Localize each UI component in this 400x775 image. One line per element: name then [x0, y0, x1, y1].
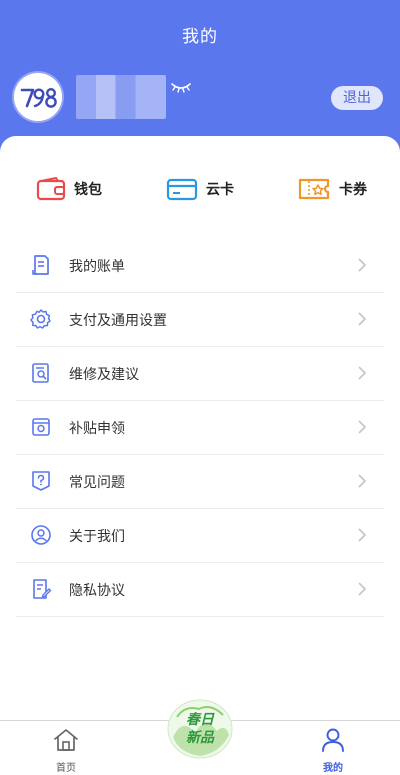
coupon-icon [298, 178, 330, 200]
menu-item-label: 我的账单 [69, 259, 125, 275]
repair-icon [32, 363, 49, 383]
card-icon [166, 178, 198, 201]
cloud-card-button[interactable]: 云卡 [166, 176, 234, 202]
menu-item-faq[interactable]: 常见问题 [16, 455, 384, 509]
logout-button[interactable]: 退出 [331, 86, 383, 110]
menu-item-bill[interactable]: 我的账单 [16, 239, 384, 293]
eye-closed-icon[interactable] [170, 80, 192, 94]
menu-list: 我的账单 支付及通用设置 维修及建议 补贴申领 常见问题 关于我们 隐私协议 [16, 239, 384, 617]
menu-item-repair[interactable]: 维修及建议 [16, 347, 384, 401]
wallet-icon [36, 177, 66, 201]
menu-item-subsidy[interactable]: 补贴申领 [16, 401, 384, 455]
chevron-right-icon [358, 312, 366, 326]
user-icon [322, 728, 344, 752]
coupon-button[interactable]: 卡券 [297, 176, 367, 202]
chevron-right-icon [358, 528, 366, 542]
gear-icon [30, 309, 51, 329]
avatar[interactable] [14, 73, 62, 121]
subsidy-icon [32, 418, 50, 436]
menu-item-settings[interactable]: 支付及通用设置 [16, 293, 384, 347]
svg-text:新品: 新品 [186, 729, 215, 746]
svg-text:春日: 春日 [186, 711, 215, 728]
chevron-right-icon [358, 258, 366, 272]
chevron-right-icon [358, 474, 366, 488]
tab-mine[interactable]: 我的 [303, 727, 363, 774]
question-icon [32, 471, 50, 491]
menu-item-label: 隐私协议 [69, 583, 125, 599]
tab-home[interactable]: 首页 [36, 727, 96, 774]
menu-item-label: 常见问题 [69, 475, 125, 491]
avatar-logo [14, 73, 62, 121]
menu-item-about[interactable]: 关于我们 [16, 509, 384, 563]
chevron-right-icon [358, 582, 366, 596]
page-title: 我的 [182, 27, 218, 47]
bill-icon [32, 255, 49, 275]
tab-mine-label: 我的 [323, 763, 343, 774]
chevron-right-icon [358, 366, 366, 380]
menu-item-label: 补贴申领 [69, 421, 125, 437]
menu-item-label: 支付及通用设置 [69, 313, 167, 329]
promo-badge-icon[interactable]: 春日 新品 [165, 697, 235, 759]
menu-item-privacy[interactable]: 隐私协议 [16, 563, 384, 617]
chevron-right-icon [358, 420, 366, 434]
menu-item-label: 关于我们 [69, 529, 125, 545]
tab-home-label: 首页 [56, 763, 76, 774]
home-icon [54, 729, 78, 751]
user-icon [31, 525, 51, 545]
coupon-label: 卡券 [339, 182, 367, 198]
privacy-icon [33, 579, 52, 599]
menu-item-label: 维修及建议 [69, 367, 139, 383]
username-masked [76, 75, 166, 119]
wallet-button[interactable]: 钱包 [36, 176, 102, 202]
wallet-label: 钱包 [74, 182, 102, 198]
cloud-card-label: 云卡 [206, 182, 234, 198]
